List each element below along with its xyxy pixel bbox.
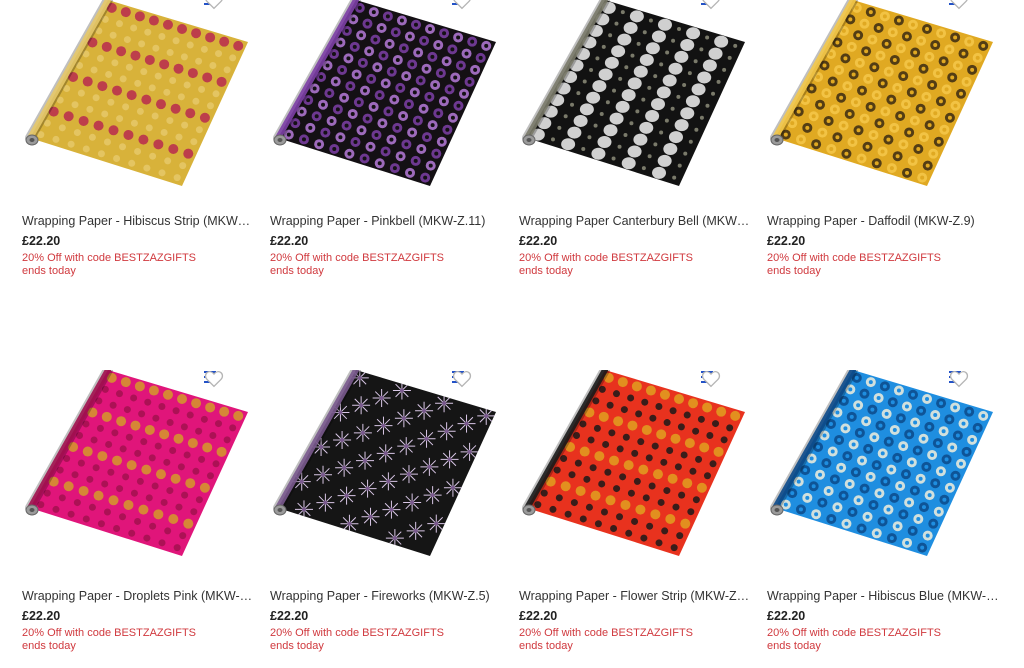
card-actions	[701, 0, 747, 14]
product-price: £22.20	[519, 609, 558, 623]
promo-text: 20% Off with code BESTZAZGIFTS	[767, 252, 942, 264]
promo-ends: ends today	[519, 265, 573, 277]
card-actions	[204, 370, 250, 392]
product-card[interactable]: Wrapping Paper - Flower Strip (MKW-Z.6) …	[519, 370, 751, 653]
wrapping-paper-fireworks	[273, 370, 496, 556]
card-actions	[701, 370, 747, 392]
product-image[interactable]	[270, 0, 502, 213]
product-card[interactable]: Wrapping Paper Canterbury Bell (MKW-Z.12…	[519, 0, 751, 278]
wrapping-paper-droplets-pink	[25, 370, 248, 556]
product-title[interactable]: Wrapping Paper - Fireworks (MKW-Z.5)	[270, 588, 502, 604]
promo-ends: ends today	[767, 640, 821, 652]
heart-outline-icon[interactable]	[453, 0, 498, 14]
card-actions	[452, 370, 498, 392]
product-title[interactable]: Wrapping Paper - Hibiscus Strip (MKW-Z.1…	[22, 213, 254, 229]
promo-text: 20% Off with code BESTZAZGIFTS	[270, 252, 445, 264]
card-actions	[204, 0, 250, 14]
product-price: £22.20	[767, 609, 806, 623]
promo-text: 20% Off with code BESTZAZGIFTS	[22, 627, 197, 639]
promo-ends: ends today	[22, 640, 76, 652]
product-price: £22.20	[22, 609, 61, 623]
wrapping-paper-flower-strip	[522, 370, 745, 556]
product-title[interactable]: Wrapping Paper - Flower Strip (MKW-Z.6)	[519, 588, 751, 604]
promo-text: 20% Off with code BESTZAZGIFTS	[519, 252, 694, 264]
product-price: £22.20	[22, 234, 61, 248]
product-price: £22.20	[270, 609, 309, 623]
product-title[interactable]: Wrapping Paper - Daffodil (MKW-Z.9)	[767, 213, 999, 229]
heart-outline-icon[interactable]	[205, 0, 250, 14]
heart-outline-icon[interactable]	[204, 370, 250, 392]
wrapping-paper-hibiscus-blue	[770, 370, 993, 556]
wrapping-paper-hibiscus-strip	[25, 0, 248, 186]
promo-text: 20% Off with code BESTZAZGIFTS	[767, 627, 942, 639]
product-image[interactable]	[767, 370, 999, 588]
product-title[interactable]: Wrapping Paper - Droplets Pink (MKW-Z.7)	[22, 588, 254, 604]
card-actions	[452, 0, 498, 14]
product-title[interactable]: Wrapping Paper Canterbury Bell (MKW-Z.12…	[519, 213, 751, 229]
product-card[interactable]: Wrapping Paper - Pinkbell (MKW-Z.11) £22…	[270, 0, 502, 278]
heart-outline-icon[interactable]	[452, 370, 498, 392]
promo-ends: ends today	[270, 265, 324, 277]
product-image[interactable]	[519, 370, 751, 588]
product-card[interactable]: Wrapping Paper - Daffodil (MKW-Z.9) £22.…	[767, 0, 999, 278]
promo-ends: ends today	[22, 265, 76, 277]
card-actions	[949, 0, 995, 14]
heart-outline-icon[interactable]	[950, 0, 995, 14]
product-card[interactable]: Wrapping Paper - Hibiscus Strip (MKW-Z.1…	[22, 0, 254, 278]
product-price: £22.20	[767, 234, 806, 248]
product-card[interactable]: Wrapping Paper - Droplets Pink (MKW-Z.7)…	[22, 370, 254, 653]
promo-text: 20% Off with code BESTZAZGIFTS	[22, 252, 197, 264]
promo-ends: ends today	[519, 640, 573, 652]
promo-text: 20% Off with code BESTZAZGIFTS	[519, 627, 694, 639]
promo-ends: ends today	[767, 265, 821, 277]
product-image[interactable]	[22, 370, 254, 588]
card-actions	[949, 370, 995, 392]
product-image[interactable]	[767, 0, 999, 213]
heart-outline-icon[interactable]	[949, 370, 995, 392]
product-card[interactable]: Wrapping Paper - Hibiscus Blue (MKW-Z.8)…	[767, 370, 999, 653]
wrapping-paper-daffodil	[770, 0, 993, 186]
wrapping-paper-canterbury-bell	[522, 0, 745, 186]
product-title[interactable]: Wrapping Paper - Pinkbell (MKW-Z.11)	[270, 213, 502, 229]
product-price: £22.20	[519, 234, 558, 248]
product-image[interactable]	[270, 370, 502, 588]
product-price: £22.20	[270, 234, 309, 248]
heart-outline-icon[interactable]	[702, 0, 747, 14]
heart-outline-icon[interactable]	[701, 370, 747, 392]
promo-text: 20% Off with code BESTZAZGIFTS	[270, 627, 445, 639]
product-card[interactable]: Wrapping Paper - Fireworks (MKW-Z.5) £22…	[270, 370, 502, 653]
product-image[interactable]	[519, 0, 751, 213]
wrapping-paper-pinkbell	[273, 0, 496, 186]
promo-ends: ends today	[270, 640, 324, 652]
product-image[interactable]	[22, 0, 254, 213]
product-title[interactable]: Wrapping Paper - Hibiscus Blue (MKW-Z.8)	[767, 588, 999, 604]
